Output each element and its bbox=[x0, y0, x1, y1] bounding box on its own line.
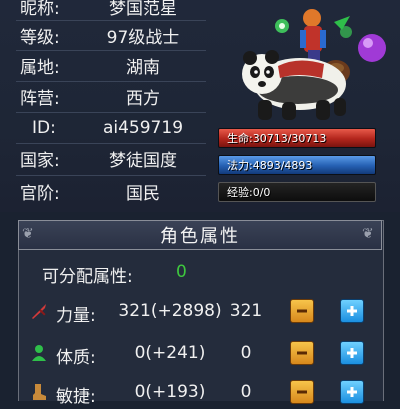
rider-figure bbox=[300, 9, 326, 64]
minus-icon bbox=[297, 309, 307, 313]
minus-icon bbox=[297, 351, 307, 355]
hp-bar: 生命:30713/30713 bbox=[218, 128, 376, 148]
rank-value: 国民 bbox=[126, 183, 160, 204]
minus-icon bbox=[297, 390, 307, 394]
info-row-country: 国家: 梦徒国度 bbox=[0, 143, 205, 173]
region-value: 湖南 bbox=[126, 57, 160, 78]
country-label: 国家: bbox=[20, 150, 60, 171]
plus-icon bbox=[347, 387, 357, 397]
plus-icon bbox=[347, 348, 357, 358]
hp-text: 生命:30713/30713 bbox=[227, 132, 327, 145]
boot-icon bbox=[30, 383, 48, 401]
info-row-nickname: 昵称: 梦国范星 bbox=[0, 0, 205, 21]
xp-bar: 经验:0/0 bbox=[218, 182, 376, 202]
xp-text: 经验:0/0 bbox=[227, 186, 271, 199]
nickname-value: 梦国范星 bbox=[109, 0, 177, 19]
faction-value: 西方 bbox=[126, 88, 160, 109]
attribute-name: 敏捷: bbox=[56, 387, 96, 407]
info-row-id: ID: ai459719 bbox=[0, 113, 205, 143]
free-points-value: 0 bbox=[176, 262, 187, 282]
person-icon bbox=[30, 344, 48, 362]
ornament-left-icon: ❦ bbox=[22, 226, 34, 242]
attributes-title: 角色属性 bbox=[160, 226, 240, 247]
faction-label: 阵营: bbox=[20, 88, 60, 109]
info-row-rank: 官阶: 国民 bbox=[0, 176, 205, 206]
attribute-row-strength: 力量: 321(+2898) 321 bbox=[18, 296, 382, 328]
attribute-name: 体质: bbox=[56, 348, 96, 368]
attribute-value: 321(+2898) bbox=[118, 301, 222, 321]
nickname-label: 昵称: bbox=[20, 0, 60, 19]
decrease-constitution-button[interactable] bbox=[290, 341, 314, 365]
region-label: 属地: bbox=[20, 57, 60, 78]
id-label: ID: bbox=[32, 118, 56, 138]
rank-label: 官阶: bbox=[20, 183, 60, 204]
decrease-strength-button[interactable] bbox=[290, 299, 314, 323]
panda-mount bbox=[242, 50, 346, 120]
increase-constitution-button[interactable] bbox=[340, 341, 364, 365]
id-value: ai459719 bbox=[102, 118, 184, 138]
character-avatar bbox=[242, 9, 386, 120]
attribute-allocated: 0 bbox=[240, 382, 252, 402]
sword-icon bbox=[30, 302, 48, 320]
ornament-right-icon: ❦ bbox=[362, 226, 374, 242]
attribute-allocated: 0 bbox=[240, 343, 252, 363]
orb-icon bbox=[358, 34, 386, 62]
attributes-header: 角色属性 bbox=[18, 220, 382, 250]
level-value: 97级战士 bbox=[106, 27, 180, 48]
info-row-level: 等级: 97级战士 bbox=[0, 20, 205, 50]
level-label: 等级: bbox=[20, 27, 60, 48]
increase-strength-button[interactable] bbox=[340, 299, 364, 323]
country-value: 梦徒国度 bbox=[109, 150, 177, 171]
attribute-value: 0(+193) bbox=[134, 382, 206, 402]
free-points-label: 可分配属性: bbox=[42, 267, 133, 287]
info-row-region: 属地: 湖南 bbox=[0, 50, 205, 80]
increase-agility-button[interactable] bbox=[340, 380, 364, 404]
mp-text: 法力:4893/4893 bbox=[227, 159, 313, 172]
attribute-value: 0(+241) bbox=[134, 343, 206, 363]
decrease-agility-button[interactable] bbox=[290, 380, 314, 404]
info-row-faction: 阵营: 西方 bbox=[0, 81, 205, 111]
attribute-row-constitution: 体质: 0(+241) 0 bbox=[18, 338, 382, 370]
plus-icon bbox=[347, 306, 357, 316]
attribute-allocated: 321 bbox=[229, 301, 263, 321]
attribute-row-agility: 敏捷: 0(+193) 0 bbox=[18, 377, 382, 409]
attribute-name: 力量: bbox=[56, 306, 96, 326]
mp-bar: 法力:4893/4893 bbox=[218, 155, 376, 175]
